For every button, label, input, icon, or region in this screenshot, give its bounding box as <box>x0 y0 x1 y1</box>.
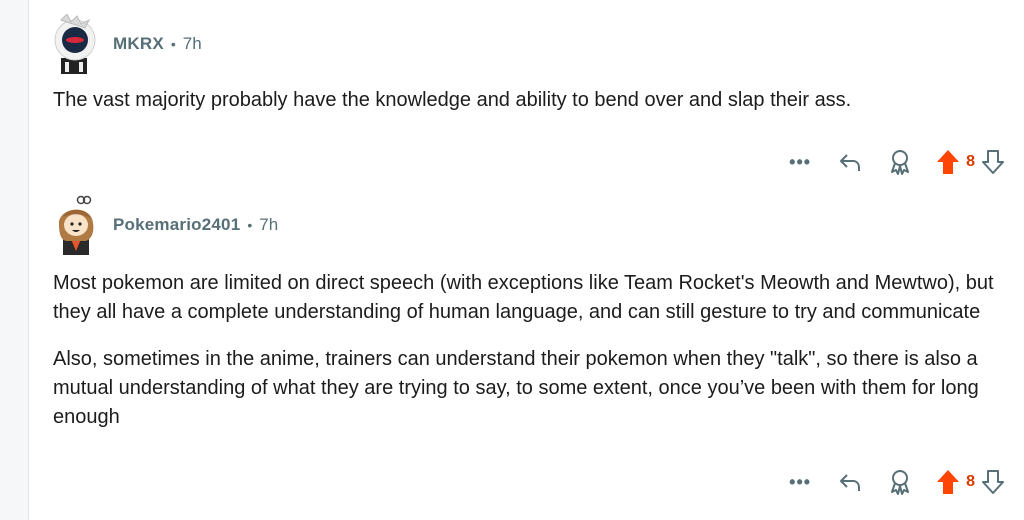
award-button[interactable] <box>886 148 914 176</box>
comment-paragraph: Most pokemon are limited on direct speec… <box>53 272 994 323</box>
author-name[interactable]: Pokemario2401 <box>113 215 240 235</box>
reply-icon <box>840 474 861 491</box>
vote-score: 8 <box>966 153 975 170</box>
more-options-button[interactable]: ••• <box>786 468 814 496</box>
comment-paragraph: The vast majority probably have the know… <box>53 89 852 111</box>
meta-separator: • <box>247 217 253 233</box>
downvote-button[interactable] <box>981 148 1005 176</box>
upvote-icon <box>937 150 960 174</box>
upvote-button[interactable] <box>936 148 960 176</box>
timestamp[interactable]: 7h <box>183 34 202 54</box>
comment-actions: ••• 8 <box>786 468 1005 496</box>
comment-thread: MKRX • 7h The vast majority probably hav… <box>28 0 1024 520</box>
downvote-icon <box>982 150 1004 174</box>
timestamp[interactable]: 7h <box>259 215 278 235</box>
comment-paragraph: Also, sometimes in the anime, trainers c… <box>53 348 979 428</box>
comment-actions: ••• 8 <box>786 148 1005 176</box>
comment-meta: Pokemario2401 • 7h <box>113 215 278 235</box>
comment-header: Pokemario2401 • 7h <box>51 195 278 255</box>
comment-header: MKRX • 7h <box>51 13 202 74</box>
reply-button[interactable] <box>836 468 864 496</box>
more-icon: ••• <box>789 151 812 172</box>
comment-body: The vast majority probably have the know… <box>53 86 1003 115</box>
comment: Pokemario2401 • 7h Most pokemon are limi… <box>29 195 1024 520</box>
award-icon <box>891 150 910 175</box>
reply-icon <box>840 154 861 171</box>
author-name[interactable]: MKRX <box>113 34 164 54</box>
award-button[interactable] <box>886 468 914 496</box>
upvote-button[interactable] <box>936 468 960 496</box>
comment: MKRX • 7h The vast majority probably hav… <box>29 0 1024 195</box>
award-icon <box>891 470 910 495</box>
downvote-icon <box>982 470 1004 494</box>
upvote-icon <box>937 470 960 494</box>
more-icon: ••• <box>789 471 812 492</box>
vote-score: 8 <box>966 473 975 490</box>
avatar[interactable] <box>51 13 101 74</box>
meta-separator: • <box>170 36 176 52</box>
comment-meta: MKRX • 7h <box>113 34 202 54</box>
more-options-button[interactable]: ••• <box>786 148 814 176</box>
comment-body: Most pokemon are limited on direct speec… <box>53 269 1003 432</box>
avatar[interactable] <box>51 195 101 255</box>
reply-button[interactable] <box>836 148 864 176</box>
downvote-button[interactable] <box>981 468 1005 496</box>
